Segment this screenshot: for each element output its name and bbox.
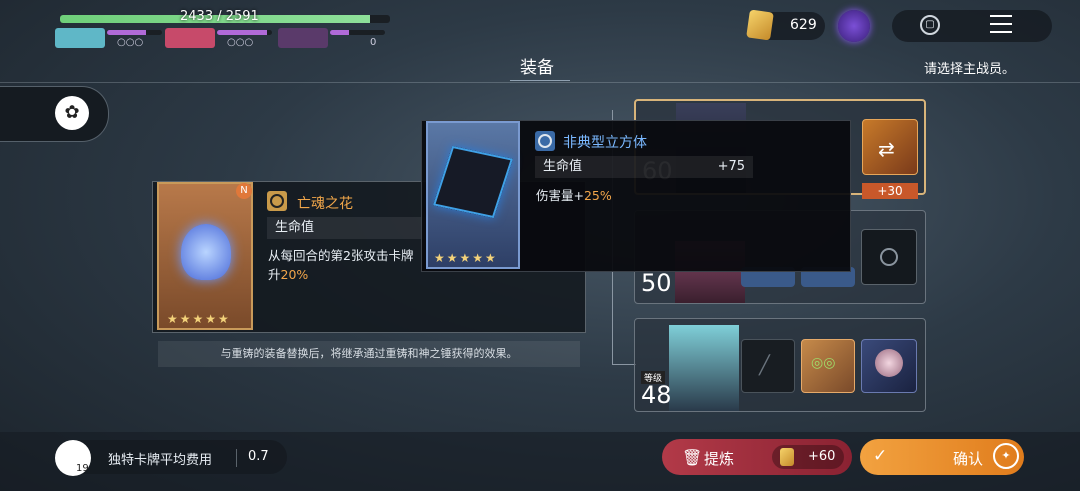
tooltip-stat-label: 生命值 xyxy=(543,159,583,174)
hp-text: 2433 / 2591 xyxy=(180,9,259,24)
emblem-icon: ✿ xyxy=(55,96,89,130)
swap-icon: ⇄ xyxy=(878,137,895,161)
current-stat-label: 生命值 xyxy=(275,220,315,235)
character-level-2: 50 xyxy=(641,269,672,297)
bonus-value: +30 xyxy=(877,184,903,198)
orb-counter-2: ○○○ xyxy=(227,37,254,48)
current-effect-highlight: 20% xyxy=(280,267,309,282)
heart-orb-icon xyxy=(875,349,903,377)
orb-counter-1: ○○○ xyxy=(117,37,144,48)
current-effect: 从每回合的第2张攻击卡牌 升20% xyxy=(268,246,424,284)
tooltip-stars: ★★★★★ xyxy=(434,251,498,265)
orb-counter-3: 0 xyxy=(370,37,377,48)
tooltip-stat-row: 生命值 +75 xyxy=(535,156,753,178)
refine-label: 提炼 xyxy=(704,450,735,468)
relic-icon[interactable] xyxy=(838,10,870,42)
portrait-1 xyxy=(55,28,105,48)
mana-bar-3 xyxy=(330,30,385,35)
current-item-name: 亡魂之花 xyxy=(297,196,353,212)
character-portrait-3 xyxy=(669,325,739,411)
empty-ring-icon xyxy=(880,248,898,270)
trash-icon: 🗑 xyxy=(682,448,703,467)
avg-cost-value: 0.7 xyxy=(248,449,269,464)
header-divider xyxy=(0,82,1080,83)
lock-icon[interactable]: ▢ xyxy=(920,15,940,35)
tooltip-item-name: 非典型立方体 xyxy=(563,135,647,151)
page-title: 装备 xyxy=(520,58,554,78)
checkmark-icon: ✓ xyxy=(873,446,888,466)
top-right-pill xyxy=(892,10,1052,42)
gem-icon xyxy=(746,9,774,41)
character-level-3: 48 xyxy=(641,381,672,409)
card-count: 19 xyxy=(76,463,89,474)
tooltip-ring-icon xyxy=(535,131,555,151)
tooltip-effect-highlight: 25% xyxy=(583,188,612,203)
mana-bar-1 xyxy=(107,30,162,35)
avg-cost-divider xyxy=(236,449,237,467)
item-card-art[interactable]: ★★★★★ xyxy=(157,182,253,330)
cube-art-icon xyxy=(433,145,513,219)
item-stars: ★★★★★ xyxy=(167,312,231,326)
reforge-note: 与重铸的装备替换后，将继承通过重铸和神之锤获得的效果。 xyxy=(158,341,580,367)
current-stat-row: 生命值 xyxy=(267,217,427,239)
menu-icon[interactable] xyxy=(990,14,1012,33)
portrait-3 xyxy=(278,28,328,48)
currency-amount: 629 xyxy=(790,17,817,33)
tooltip-stat-value: +75 xyxy=(717,159,745,174)
party-member-3[interactable]: 0 xyxy=(278,28,388,50)
confirm-label: 确认 xyxy=(953,450,984,468)
rarity-badge: N xyxy=(236,183,252,199)
bonus-badge: +30 xyxy=(862,183,918,199)
ring-icon xyxy=(267,191,287,211)
character-row-3[interactable]: 等级 48 ╱ ◎◎ xyxy=(634,318,926,412)
mana-bar-2 xyxy=(217,30,272,35)
connector-line-h xyxy=(612,364,636,365)
refine-cost: +60 xyxy=(808,449,836,464)
confirm-key-icon: ✦ xyxy=(993,443,1019,469)
tooltip-effect: 伤害量+25% xyxy=(536,185,612,204)
party-member-1[interactable]: ○○○ xyxy=(55,28,165,50)
current-effect-suffix: 升 xyxy=(268,267,281,282)
portrait-2 xyxy=(165,28,215,48)
current-effect-prefix: 从每回合的第2张攻击卡牌 xyxy=(268,248,414,263)
select-hint: 请选择主战员。 xyxy=(924,62,1016,77)
flower-art-icon xyxy=(181,224,231,280)
avg-cost-label: 独特卡牌平均费用 xyxy=(108,453,213,468)
party-member-2[interactable]: ○○○ xyxy=(165,28,275,50)
goggles-icon: ◎◎ xyxy=(811,355,836,371)
tooltip-card-art: ★★★★★ xyxy=(426,121,520,269)
title-underline xyxy=(510,80,570,81)
gem-cost-icon xyxy=(780,448,794,466)
sword-icon: ╱ xyxy=(759,355,770,376)
tooltip-effect-prefix: 伤害量+ xyxy=(536,188,584,203)
